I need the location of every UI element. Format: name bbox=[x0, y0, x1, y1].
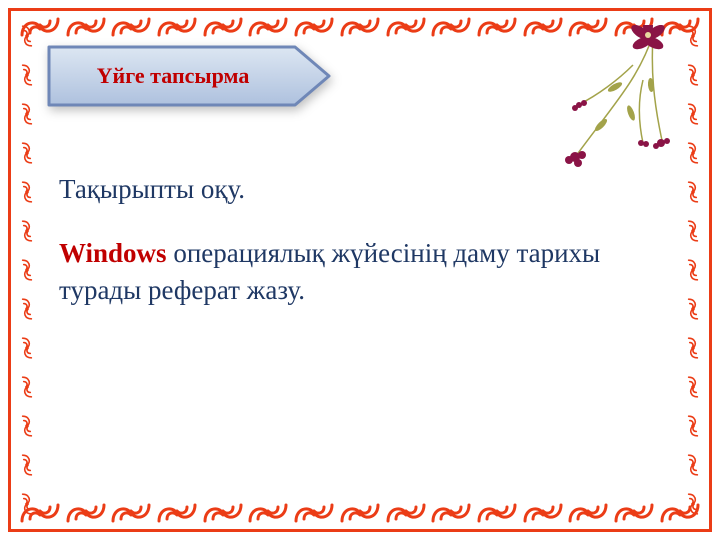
ornament-strip-top bbox=[17, 15, 703, 39]
ornament-strip-left bbox=[15, 17, 39, 523]
content-area: Тақырыпты оқу. Windows операциялық жүйес… bbox=[59, 171, 649, 336]
content-line-1: Тақырыпты оқу. bbox=[59, 171, 649, 207]
title-banner: Үйге тапсырма bbox=[43, 43, 333, 109]
ornamental-frame: Үйге тапсырма Тақырыпты оқу. Windows опе… bbox=[8, 8, 712, 532]
ornament-strip-right bbox=[681, 17, 705, 523]
ornament-strip-bottom bbox=[17, 501, 703, 525]
title-text: Үйге тапсырма bbox=[43, 43, 303, 109]
flower-ornament bbox=[543, 25, 683, 185]
content-emphasis: Windows bbox=[59, 238, 167, 268]
content-line-2: Windows операциялық жүйесінің даму тарих… bbox=[59, 235, 649, 308]
